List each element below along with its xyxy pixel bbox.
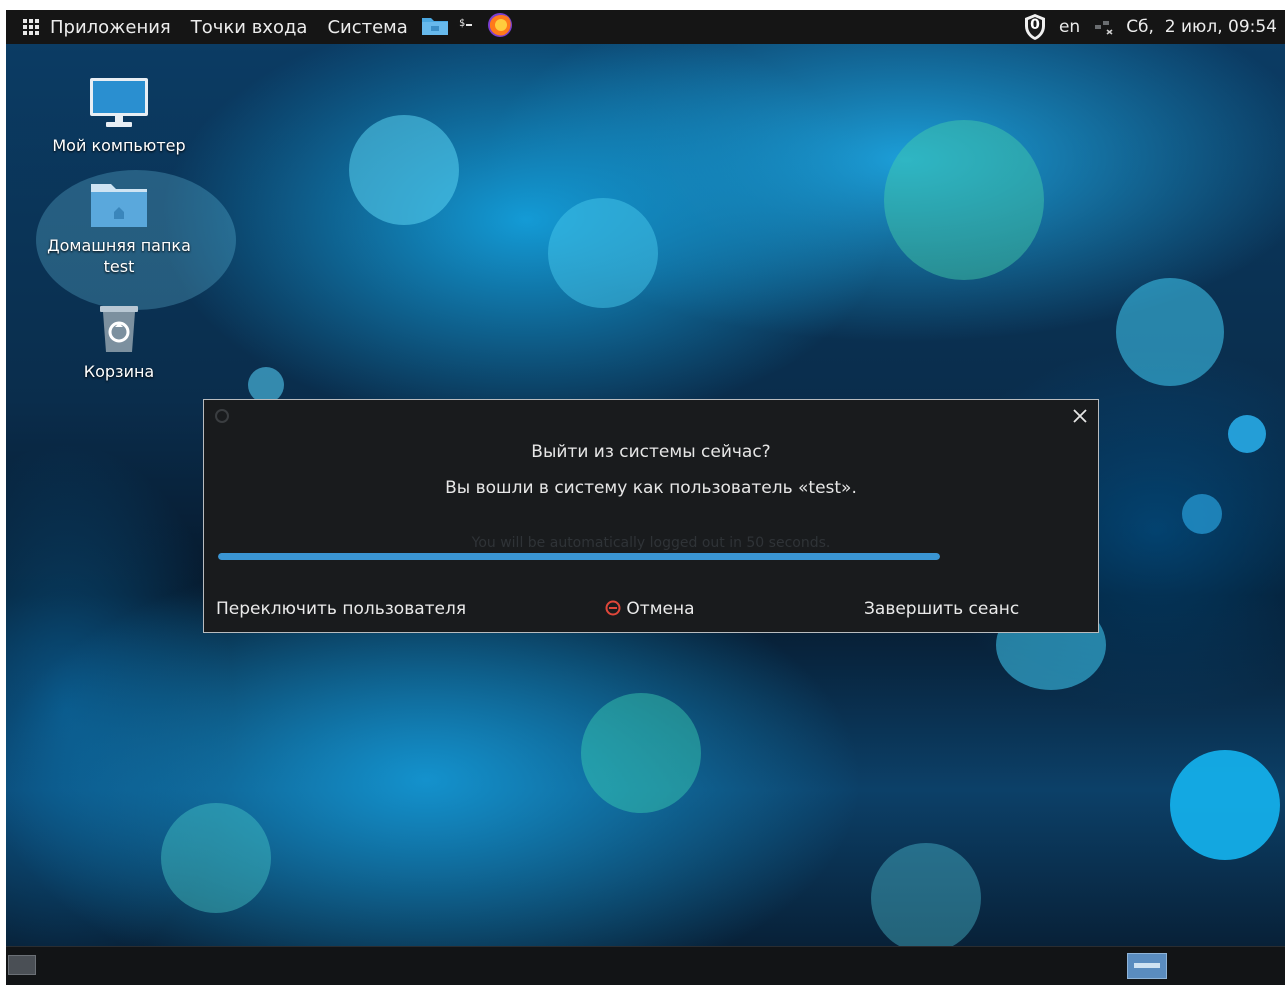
keyboard-layout-indicator[interactable]: en — [1059, 17, 1080, 37]
dialog-subtitle: Вы вошли в систему как пользователь «tes… — [445, 478, 857, 498]
desktop-icon-computer[interactable]: Мой компьютер — [44, 76, 194, 156]
wallpaper-bokeh — [581, 693, 701, 813]
desktop-icon-home-folder[interactable]: Домашняя папка test — [44, 178, 194, 277]
auto-logout-message: You will be automatically logged out in … — [471, 535, 831, 551]
logout-dialog: Выйти из системы сейчас? Вы вошли в сист… — [203, 399, 1099, 633]
wallpaper-bokeh — [161, 803, 271, 913]
wallpaper-bokeh — [248, 367, 284, 403]
security-shield-icon[interactable]: 0 — [1023, 13, 1047, 41]
cancel-button[interactable]: Отмена — [605, 599, 695, 619]
file-manager-launcher-icon[interactable] — [420, 13, 450, 42]
desktop-screen: Приложения Точки входа Система $ 0 en Сб… — [6, 10, 1285, 985]
workspace-switcher[interactable] — [1127, 953, 1167, 979]
desktop-icon-label: test — [103, 257, 135, 276]
cancel-button-label: Отмена — [626, 599, 695, 619]
terminal-launcher-icon[interactable]: $ — [458, 15, 474, 40]
firefox-launcher-icon[interactable] — [486, 11, 514, 44]
logout-progress-fill — [218, 553, 940, 560]
clock[interactable]: Сб, 2 июл, 09:54 — [1126, 17, 1277, 37]
dialog-close-button[interactable] — [1070, 406, 1090, 426]
dialog-window-icon — [214, 408, 230, 428]
dialog-title: Выйти из системы сейчас? — [531, 442, 771, 462]
desktop-icon-label: Мой компьютер — [52, 136, 186, 155]
wallpaper-bokeh — [548, 198, 658, 308]
wallpaper-bokeh — [1170, 750, 1280, 860]
close-icon — [1073, 409, 1087, 423]
menu-system[interactable]: Система — [327, 17, 407, 38]
top-panel: Приложения Точки входа Система $ 0 en Сб… — [6, 10, 1285, 44]
logout-button[interactable]: Завершить сеанс — [864, 599, 1019, 619]
system-tray: 0 en Сб, 2 июл, 09:54 — [1023, 10, 1277, 44]
desktop-icon-label: Корзина — [83, 362, 155, 381]
security-badge: 0 — [1030, 17, 1040, 33]
cancel-icon — [605, 600, 621, 616]
folder-icon — [91, 184, 147, 227]
workspace-window-preview — [1134, 963, 1160, 968]
menu-applications[interactable]: Приложения — [50, 17, 171, 38]
wallpaper-bokeh — [871, 843, 981, 953]
wallpaper-bokeh — [1228, 415, 1266, 453]
wallpaper-bokeh — [1182, 494, 1222, 534]
show-desktop-button[interactable] — [8, 955, 36, 975]
desktop-icon-label: Домашняя папка — [47, 236, 191, 255]
network-icon[interactable] — [1092, 15, 1114, 40]
svg-text:$: $ — [459, 18, 465, 29]
monitor-icon — [90, 78, 148, 127]
bottom-panel — [6, 946, 1285, 985]
switch-user-button[interactable]: Переключить пользователя — [216, 599, 466, 619]
desktop-icon-trash[interactable]: Корзина — [44, 302, 194, 382]
logout-progress-bar — [218, 553, 940, 560]
menu-places[interactable]: Точки входа — [191, 17, 308, 38]
wallpaper-bokeh — [884, 120, 1044, 280]
wallpaper-bokeh — [1116, 278, 1224, 386]
trash-icon — [100, 306, 138, 352]
wallpaper-bokeh — [349, 115, 459, 225]
apps-grid-icon[interactable] — [22, 18, 40, 36]
